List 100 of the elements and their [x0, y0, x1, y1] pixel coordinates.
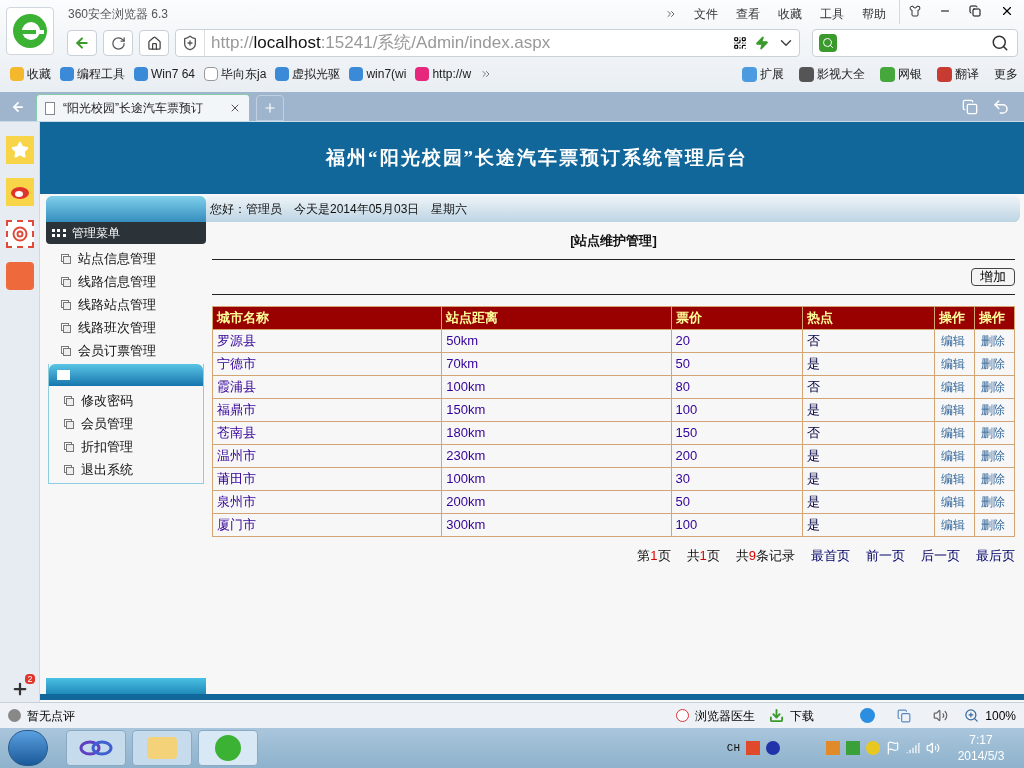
- bookmark-link[interactable]: win7(wi: [366, 65, 407, 83]
- home-icon: [146, 35, 162, 51]
- toolbar-icon: [799, 66, 814, 82]
- menu-link[interactable]: 站点信息管理: [78, 248, 156, 269]
- page-info: 第1页: [637, 547, 671, 566]
- column-header: 操作: [974, 306, 1015, 330]
- menu-link[interactable]: 线路站点管理: [78, 294, 156, 315]
- menu-item[interactable]: 查看: [727, 5, 769, 23]
- lightning-icon[interactable]: [755, 36, 769, 50]
- address-text: http://localhost:15241/系统/Admin/index.aspx: [204, 30, 729, 56]
- download-icon[interactable]: [769, 708, 785, 723]
- bookmark-link[interactable]: Win7 64: [151, 65, 196, 83]
- menu-link[interactable]: 修改密码: [81, 390, 133, 411]
- window-title: 360安全浏览器 6.3: [68, 6, 169, 23]
- bookmark-link[interactable]: 虚拟光驱: [292, 65, 341, 83]
- page-link[interactable]: 最首页: [811, 546, 850, 566]
- bookmark-link[interactable]: 收藏: [27, 65, 51, 83]
- toolbar-link[interactable]: 扩展: [760, 65, 784, 83]
- bookmark-link[interactable]: 毕向东ja: [221, 65, 267, 83]
- undo-icon[interactable]: [992, 98, 1010, 116]
- zoom-level[interactable]: 100%: [985, 706, 1016, 725]
- zoom-icon[interactable]: [964, 708, 980, 723]
- toolbar-link[interactable]: 网银: [898, 65, 922, 83]
- table-cell: 霞浦县: [212, 375, 442, 399]
- window-icon[interactable]: [897, 708, 912, 723]
- status-link[interactable]: 浏览器医生: [695, 706, 756, 725]
- toolbar-link[interactable]: 翻译: [955, 65, 979, 83]
- bookmark-icon: [275, 67, 290, 81]
- start-button[interactable]: [8, 730, 48, 766]
- table-cell: 否: [802, 421, 935, 445]
- refresh-button[interactable]: [103, 30, 133, 56]
- qr-code-icon[interactable]: [733, 36, 747, 50]
- bookmark-icon: [60, 67, 74, 81]
- menu-link[interactable]: 退出系统: [81, 459, 133, 480]
- volume-icon[interactable]: [933, 708, 949, 723]
- bookmark-link[interactable]: http://w: [432, 65, 472, 83]
- menu-link[interactable]: 会员管理: [81, 413, 133, 434]
- column-header: 操作: [934, 306, 975, 330]
- shirt-icon: [909, 5, 921, 17]
- menu-item[interactable]: 收藏: [769, 5, 811, 23]
- table-cell: 100km: [441, 375, 672, 399]
- close-icon[interactable]: [229, 102, 241, 114]
- menu-link[interactable]: 线路信息管理: [78, 271, 156, 292]
- volume-icon[interactable]: [926, 741, 940, 755]
- browser-tab[interactable]: “阳光校园”长途汽车票预订: [36, 94, 250, 121]
- table-cell: 230km: [441, 444, 672, 468]
- browser-logo-icon: [6, 7, 54, 55]
- page-link[interactable]: 前一页: [866, 546, 905, 566]
- table-cell: 50km: [441, 329, 672, 353]
- menu-link[interactable]: 折扣管理: [81, 436, 133, 457]
- table-cell: 50: [671, 352, 803, 376]
- table-cell: 福鼎市: [212, 398, 442, 422]
- taskbar-app-icon[interactable]: [66, 730, 126, 766]
- toolbar-link[interactable]: 影视大全: [817, 65, 865, 83]
- page-icon: [45, 101, 55, 115]
- page-icon: [61, 322, 71, 333]
- page-icon: [64, 395, 74, 406]
- table-cell: 否: [802, 329, 935, 353]
- search-field[interactable]: [812, 29, 1018, 57]
- flag-icon[interactable]: [886, 741, 900, 755]
- home-button[interactable]: [139, 30, 169, 56]
- section-heading: [站点维护管理]: [570, 231, 657, 250]
- column-header: 站点距离: [441, 306, 672, 330]
- more-icon[interactable]: [665, 8, 677, 20]
- menu-link[interactable]: 线路班次管理: [78, 317, 156, 338]
- search-engine-icon[interactable]: [819, 34, 837, 52]
- page-link[interactable]: 最后页: [976, 546, 1015, 566]
- greeting-text: 今天是2014年05月03日: [294, 201, 420, 218]
- table-cell: 20: [671, 329, 803, 353]
- table-cell: 是: [802, 490, 935, 514]
- table-cell: 180km: [441, 421, 672, 445]
- table-cell: 是: [802, 352, 935, 376]
- page-icon: [61, 253, 71, 264]
- window-icon[interactable]: [962, 99, 978, 115]
- add-button[interactable]: 增加: [971, 268, 1015, 286]
- status-link[interactable]: 下载: [790, 706, 815, 725]
- table-cell: 30: [671, 467, 803, 491]
- page-icon: [64, 441, 74, 452]
- table-cell: 150: [671, 421, 803, 445]
- language-indicator[interactable]: CH: [726, 739, 740, 757]
- table-cell: 300km: [441, 513, 672, 537]
- page-link[interactable]: 后一页: [921, 546, 960, 566]
- bookmark-icon: [204, 67, 219, 81]
- bookmark-link[interactable]: 编程工具: [77, 65, 125, 83]
- table-cell: 厦门市: [212, 513, 442, 537]
- search-icon[interactable]: [991, 34, 1009, 52]
- menu-link[interactable]: 会员订票管理: [78, 340, 156, 361]
- page-info: 共9条记录: [735, 547, 795, 566]
- menu-item[interactable]: 文件: [685, 5, 727, 23]
- page-icon: [64, 418, 74, 429]
- menu-item[interactable]: 帮助: [853, 5, 895, 23]
- toolbar-icon: [880, 66, 895, 82]
- table-cell: 50: [671, 490, 803, 514]
- toolbar-link[interactable]: 更多: [994, 65, 1018, 83]
- toolbar-icon: [937, 66, 952, 82]
- menu-item[interactable]: 工具: [811, 5, 853, 23]
- table-cell: 是: [802, 467, 935, 491]
- address-field[interactable]: http://localhost:15241/系统/Admin/index.aspx: [175, 29, 800, 57]
- back-button[interactable]: [67, 30, 97, 56]
- rating-text[interactable]: 暂无点评: [27, 706, 75, 725]
